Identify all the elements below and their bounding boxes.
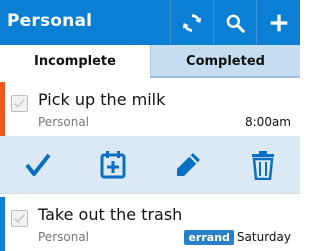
pencil-icon <box>176 152 200 176</box>
task-action-bar <box>0 136 300 193</box>
task-checkbox[interactable] <box>11 95 28 112</box>
delete-button[interactable] <box>225 136 300 193</box>
priority-stripe <box>0 197 5 251</box>
task-title: Take out the trash <box>38 205 183 224</box>
calendar-add-icon <box>100 150 125 178</box>
tab-incomplete[interactable]: Incomplete <box>0 45 150 78</box>
plus-icon <box>270 14 287 31</box>
task-row[interactable]: Take out the trash Personal errand Saturd… <box>0 197 300 251</box>
trash-icon <box>251 150 274 180</box>
task-checkbox[interactable] <box>11 210 28 227</box>
refresh-button[interactable] <box>171 0 213 45</box>
row-divider <box>0 193 300 194</box>
list-title: Personal <box>7 11 93 31</box>
add-task-button[interactable] <box>257 0 300 45</box>
app-bar: Personal <box>0 0 300 45</box>
checkmark-icon <box>14 98 25 108</box>
tab-divider <box>150 76 300 78</box>
complete-button[interactable] <box>0 136 75 193</box>
tab-completed[interactable]: Completed <box>150 45 300 78</box>
tab-bar: Incomplete Completed <box>0 45 300 78</box>
search-icon <box>226 14 245 33</box>
task-due: Saturday <box>236 230 291 244</box>
priority-stripe <box>0 82 5 136</box>
refresh-icon <box>182 13 202 32</box>
task-title: Pick up the milk <box>38 90 166 109</box>
edit-button[interactable] <box>150 136 225 193</box>
checkmark-icon <box>24 153 51 176</box>
task-list-name: Personal <box>38 230 90 244</box>
checkmark-icon <box>14 213 25 223</box>
task-due: 8:00am <box>245 115 291 129</box>
task-list-name: Personal <box>38 115 90 129</box>
search-button[interactable] <box>214 0 256 45</box>
task-meta: errand Saturday <box>184 230 291 245</box>
task-tag-badge[interactable]: errand <box>184 230 234 245</box>
set-due-date-button[interactable] <box>75 136 150 193</box>
task-row[interactable]: Pick up the milk Personal 8:00am <box>0 82 300 136</box>
